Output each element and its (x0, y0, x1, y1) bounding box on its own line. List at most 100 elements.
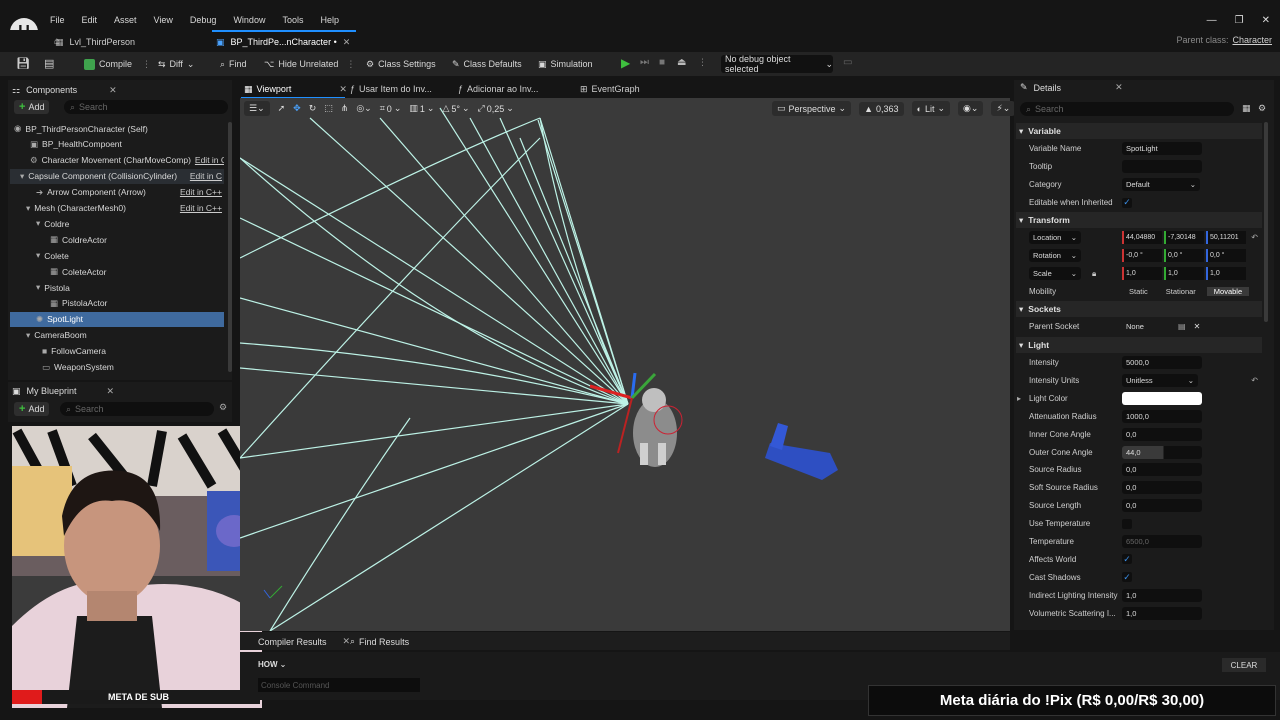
class-defaults-button[interactable]: ✎ Class Defaults (452, 56, 522, 72)
menu-item-tools[interactable]: Tools (282, 15, 303, 25)
tab-viewport[interactable]: ▦ Viewport ✕ (244, 82, 347, 96)
show-filter-button[interactable]: HOW ⌄ (258, 660, 286, 669)
tree-item[interactable]: ▾ Coldre (10, 216, 224, 231)
location-x-input[interactable]: 44,04880 (1122, 231, 1162, 244)
play-icon[interactable]: ▶ (621, 56, 630, 70)
tab-find-results[interactable]: ⌕ Find Results (350, 636, 409, 647)
tab-usar-item[interactable]: ƒ Usar Item do Inv... (350, 82, 432, 96)
compile-button[interactable]: Compile ⋮ (84, 56, 151, 72)
mobility-stationary[interactable]: Stationar (1159, 287, 1203, 296)
debug-object-select[interactable]: No debug object selected ⌄ (721, 54, 833, 74)
step-icon[interactable]: ⏭ (640, 57, 649, 68)
section-sockets[interactable]: ▾ Sockets (1016, 301, 1262, 317)
console-input[interactable]: Console Command (258, 678, 420, 692)
viewport[interactable] (240, 98, 1010, 631)
property-input[interactable]: 0,0 (1122, 427, 1202, 441)
components-scrollbar[interactable] (228, 122, 232, 372)
property-checkbox[interactable]: ✓ (1122, 572, 1132, 583)
tree-item[interactable]: ➔ Arrow Component (Arrow) Edit in C++ (10, 185, 224, 200)
stop-icon[interactable]: ■ (659, 57, 665, 68)
translate-icon[interactable]: ✥ (293, 103, 301, 114)
edit-in-cpp-link[interactable]: Edit in C (190, 171, 224, 181)
scale-snap-button[interactable]: ⤢ 0,25 ⌄ (478, 103, 514, 114)
clear-socket-icon[interactable]: ✕ (1194, 322, 1201, 331)
my-blueprint-tab[interactable]: ▣ My Blueprint ✕ (12, 383, 114, 399)
property-checkbox[interactable]: ✓ (1122, 554, 1132, 565)
details-scrollbar[interactable] (1264, 122, 1268, 322)
property-input[interactable]: 6500,0 (1122, 535, 1202, 548)
find-button[interactable]: ⌕ Find (220, 56, 247, 72)
angle-snap-button[interactable]: △ 5° ⌄ (442, 103, 469, 114)
close-panel-icon[interactable]: ✕ (107, 386, 115, 397)
variable-name-input[interactable]: SpotLight (1122, 142, 1202, 155)
select-icon[interactable]: ➚ (278, 103, 286, 114)
rotate-icon[interactable]: ↻ (309, 103, 317, 114)
rotation-snap-button[interactable]: ▥ 1 ⌄ (409, 103, 434, 114)
expand-icon[interactable]: ▸ (1017, 394, 1021, 403)
property-input[interactable]: 0,0 (1122, 481, 1202, 495)
tree-item[interactable]: ▾ Capsule Component (CollisionCylinder) Ed… (10, 168, 224, 184)
menu-item-window[interactable]: Window (233, 15, 265, 25)
rotation-z-input[interactable]: 0,0 ° (1206, 249, 1246, 262)
tree-item[interactable]: ▾ Mesh (CharacterMesh0) Edit in C++ (10, 201, 224, 216)
property-input[interactable]: 44,0 (1122, 445, 1202, 459)
show-button[interactable]: ◉⌄ (958, 101, 984, 116)
property-input[interactable]: 5000,0 (1122, 356, 1202, 369)
browse-socket-icon[interactable]: ▤ (1178, 322, 1186, 331)
location-z-input[interactable]: 50,11201 (1206, 231, 1246, 244)
maximize-icon[interactable]: ❐ (1235, 15, 1244, 26)
details-tab[interactable]: ✎ Details ✕ (1020, 82, 1123, 93)
eject-icon[interactable]: ⏏ (677, 57, 686, 68)
grid-snap-button[interactable]: ⌗ 0 ⌄ (380, 103, 402, 114)
tree-item[interactable]: ▦ ColeteActor (10, 264, 224, 279)
lit-button[interactable]: ◐ Lit ⌄ (911, 101, 951, 116)
perspective-button[interactable]: ▭ Perspective ⌄ (772, 101, 852, 116)
gear-icon[interactable]: ⚙ (1258, 103, 1266, 114)
edit-in-cpp-link[interactable]: Edit in C (195, 155, 224, 165)
close-panel-icon[interactable]: ✕ (109, 85, 117, 96)
close-window-icon[interactable]: ✕ (1262, 15, 1270, 26)
class-settings-button[interactable]: ⚙ Class Settings (366, 56, 436, 72)
scale-mode-select[interactable]: Scale ⌄ (1029, 267, 1081, 280)
menu-item-edit[interactable]: Edit (82, 15, 98, 25)
add-component-button[interactable]: + Add (14, 100, 50, 114)
menu-item-help[interactable]: Help (320, 15, 339, 25)
parent-class-link[interactable]: Character (1232, 35, 1272, 45)
scale-icon[interactable]: ⬚ (324, 103, 333, 114)
property-checkbox[interactable] (1122, 518, 1132, 529)
reset-icon[interactable]: ↶ (1251, 233, 1258, 242)
close-tab-icon[interactable]: ✕ (343, 37, 351, 48)
scale-z-input[interactable]: 1,0 (1206, 267, 1246, 280)
scale-x-input[interactable]: 1,0 (1122, 267, 1162, 280)
section-variable[interactable]: ▾ Variable (1016, 123, 1262, 139)
menu-item-asset[interactable]: Asset (114, 15, 137, 25)
hide-unrelated-button[interactable]: ⌥ Hide Unrelated ⋮ (264, 56, 355, 72)
fov-button[interactable]: ▲ 0,363 (859, 101, 904, 116)
tree-item[interactable]: ▾ CameraBoom (10, 328, 224, 343)
scale-y-input[interactable]: 1,0 (1164, 267, 1204, 280)
property-input[interactable]: 0,0 (1122, 499, 1202, 513)
minimize-icon[interactable]: — (1207, 15, 1217, 26)
tree-item[interactable]: ▭ WeaponSystem (10, 360, 224, 375)
edit-in-cpp-link[interactable]: Edit in C++ (180, 187, 224, 197)
tree-item[interactable]: ✺ SpotLight (10, 311, 224, 327)
play-options-icon[interactable]: ⋮ (698, 57, 707, 68)
light-color-swatch[interactable] (1122, 391, 1202, 405)
section-transform[interactable]: ▾ Transform (1016, 212, 1262, 228)
hide-options-icon[interactable]: ⋮ (346, 59, 355, 70)
location-y-input[interactable]: -7,30148 (1164, 231, 1204, 244)
mobility-static[interactable]: Static (1122, 287, 1155, 296)
browse-icon[interactable]: ▤ (44, 57, 54, 70)
menu-item-debug[interactable]: Debug (190, 15, 217, 25)
components-tab[interactable]: ⚏ Components ✕ (12, 82, 117, 98)
property-input[interactable]: 1000,0 (1122, 409, 1202, 423)
tab-adicionar[interactable]: ƒ Adicionar ao Inv... (458, 82, 538, 96)
rotation-y-input[interactable]: 0,0 ° (1164, 249, 1204, 262)
tree-item[interactable]: ▦ PistolaActor (10, 296, 224, 311)
property-input[interactable]: 1,0 (1122, 588, 1202, 602)
reset-icon[interactable]: ↶ (1251, 376, 1258, 385)
viewport-options-button[interactable]: ☰⌄ (244, 101, 270, 116)
tree-item[interactable]: ▦ ColdreActor (10, 232, 224, 247)
property-input[interactable]: 0,0 (1122, 463, 1202, 477)
rotation-x-input[interactable]: -0,0 ° (1122, 249, 1162, 262)
